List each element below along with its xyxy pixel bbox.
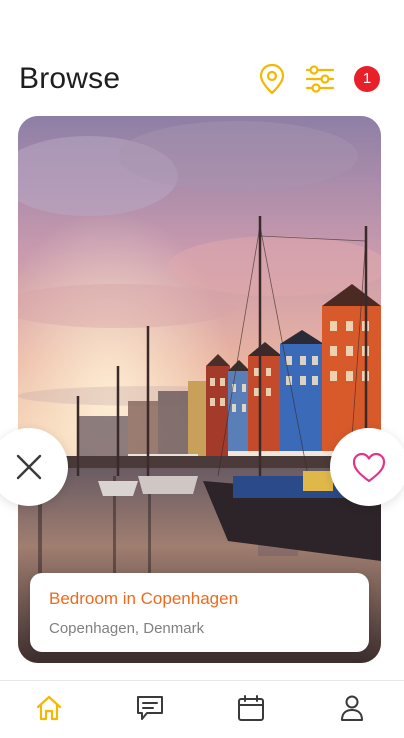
tab-messages[interactable] — [135, 693, 165, 723]
tab-calendar[interactable] — [236, 693, 266, 723]
home-icon — [36, 695, 62, 721]
dislike-button[interactable] — [0, 428, 68, 506]
close-icon — [16, 454, 42, 480]
heart-icon — [352, 452, 386, 483]
chat-icon — [137, 696, 163, 720]
listing-title: Bedroom in Copenhagen — [49, 589, 239, 608]
tab-profile[interactable] — [337, 693, 367, 723]
filters-button[interactable] — [304, 64, 336, 94]
notification-badge[interactable]: 1 — [354, 66, 380, 92]
sliders-icon — [305, 65, 335, 93]
bottom-tab-bar — [0, 680, 404, 738]
like-button[interactable] — [330, 428, 404, 506]
user-icon — [341, 695, 363, 721]
calendar-icon — [238, 695, 264, 721]
tab-home[interactable] — [34, 693, 64, 723]
listing-info[interactable]: Bedroom in Copenhagen Copenhagen, Denmar… — [30, 573, 369, 652]
page-title: Browse — [19, 62, 121, 95]
location-button[interactable] — [258, 63, 286, 95]
listing-location: Copenhagen, Denmark — [49, 620, 205, 637]
header: Browse 1 — [0, 0, 404, 110]
map-pin-icon — [259, 63, 285, 95]
